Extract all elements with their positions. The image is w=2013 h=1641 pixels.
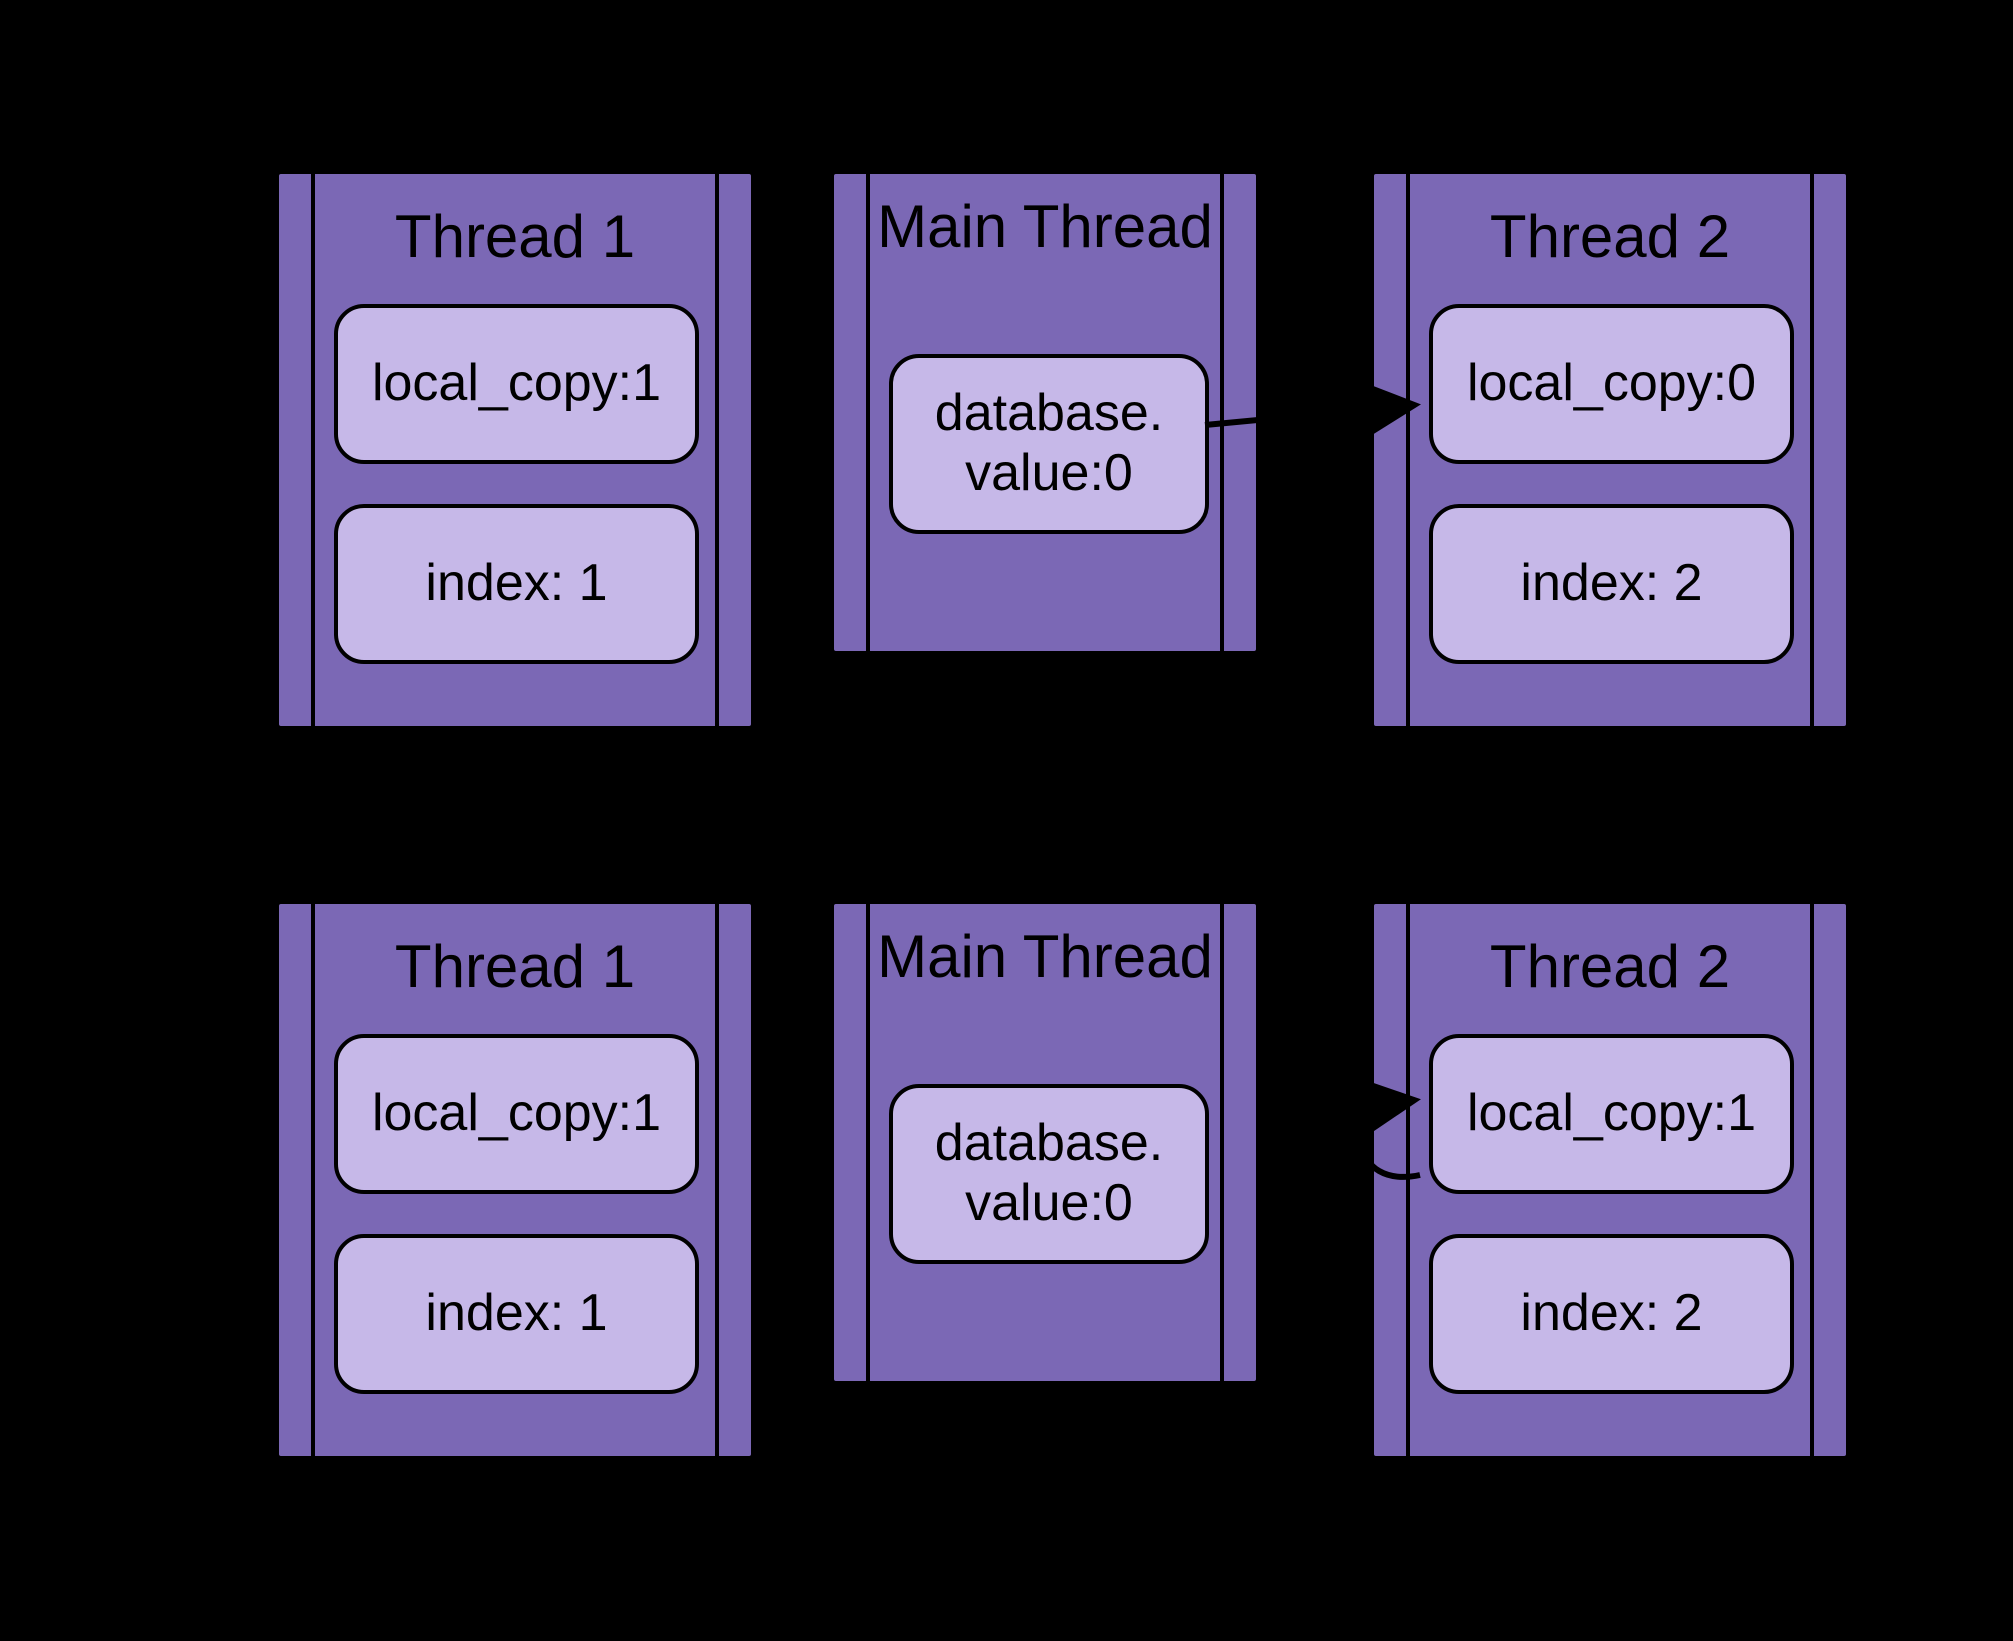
- main-thread-title-row2: Main Thread: [834, 924, 1256, 990]
- main-thread-box-row1: Main Thread database. value:0: [830, 170, 1260, 655]
- thread1-localcopy-row2: local_copy:1: [334, 1034, 699, 1194]
- thread1-localcopy-row1: local_copy:1: [334, 304, 699, 464]
- thread1-title-row1: Thread 1: [279, 204, 751, 270]
- main-thread-box-row2: Main Thread database. value:0: [830, 900, 1260, 1385]
- thread2-index-row2: index: 2: [1429, 1234, 1794, 1394]
- thread2-index-row1: index: 2: [1429, 504, 1794, 664]
- thread2-title-row2: Thread 2: [1374, 934, 1846, 1000]
- thread1-index-row1: index: 1: [334, 504, 699, 664]
- thread2-box-row1: Thread 2 local_copy:0 index: 2: [1370, 170, 1850, 730]
- thread2-title-row1: Thread 2: [1374, 204, 1846, 270]
- thread2-localcopy-row1: local_copy:0: [1429, 304, 1794, 464]
- arrow-loop-thread2-row2: [1310, 1060, 1470, 1220]
- main-db-value-row2: database. value:0: [889, 1084, 1209, 1264]
- thread1-box-row2: Thread 1 local_copy:1 index: 1: [275, 900, 755, 1460]
- arrow-main-to-thread2-row1: [1200, 395, 1430, 455]
- thread1-title-row2: Thread 1: [279, 934, 751, 1000]
- thread1-index-row2: index: 1: [334, 1234, 699, 1394]
- thread2-localcopy-row2: local_copy:1: [1429, 1034, 1794, 1194]
- thread1-box-row1: Thread 1 local_copy:1 index: 1: [275, 170, 755, 730]
- main-thread-title-row1: Main Thread: [834, 194, 1256, 260]
- main-db-value-row1: database. value:0: [889, 354, 1209, 534]
